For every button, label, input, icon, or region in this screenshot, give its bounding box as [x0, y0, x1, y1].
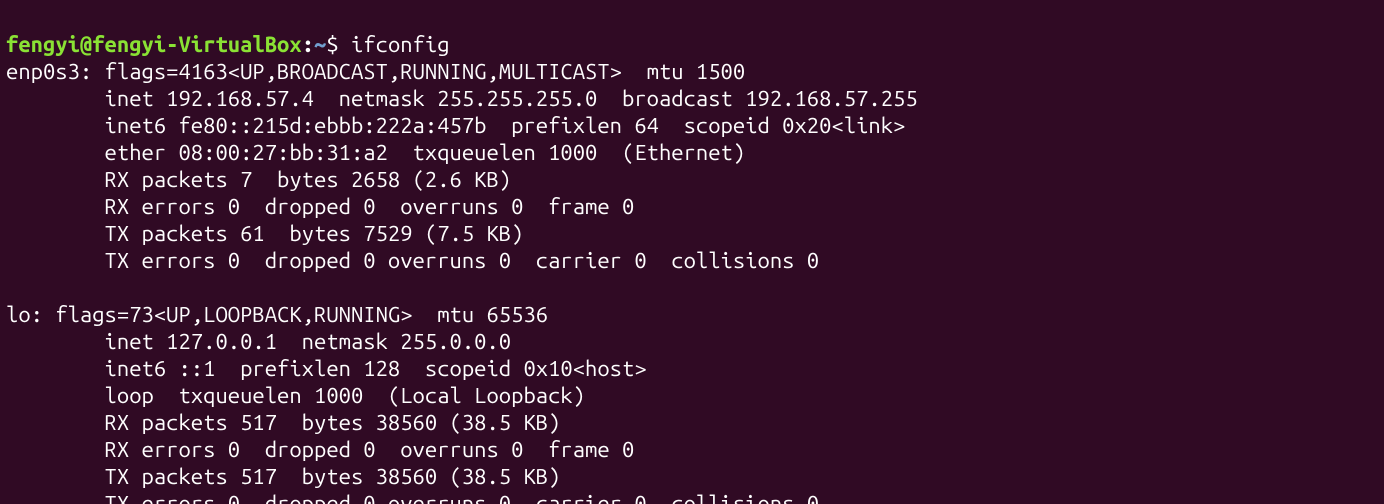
output-line: inet6 fe80::215d:ebbb:222a:457b prefixle… [6, 113, 905, 138]
output-line: enp0s3: flags=4163<UP,BROADCAST,RUNNING,… [6, 59, 745, 84]
output-line: loop txqueuelen 1000 (Local Loopback) [6, 383, 585, 408]
output-line: RX packets 7 bytes 2658 (2.6 KB) [6, 167, 511, 192]
output-line: TX errors 0 dropped 0 overruns 0 carrier… [6, 248, 819, 273]
output-line: RX errors 0 dropped 0 overruns 0 frame 0 [6, 437, 634, 462]
prompt-colon: : [302, 32, 314, 57]
terminal-window[interactable]: fengyi@fengyi-VirtualBox:~$ ifconfig enp… [0, 0, 1384, 504]
output-line: RX errors 0 dropped 0 overruns 0 frame 0 [6, 194, 634, 219]
prompt-user-host: fengyi@fengyi-VirtualBox [6, 32, 302, 57]
output-line: TX packets 517 bytes 38560 (38.5 KB) [6, 464, 560, 489]
output-line: ether 08:00:27:bb:31:a2 txqueuelen 1000 … [6, 140, 745, 165]
output-line: lo: flags=73<UP,LOOPBACK,RUNNING> mtu 65… [6, 302, 548, 327]
output-line: inet 127.0.0.1 netmask 255.0.0.0 [6, 329, 511, 354]
output-line: inet6 ::1 prefixlen 128 scopeid 0x10<hos… [6, 356, 647, 381]
output-line: TX packets 61 bytes 7529 (7.5 KB) [6, 221, 523, 246]
prompt-path: ~ [314, 32, 326, 57]
output-line: TX errors 0 dropped 0 overruns 0 carrier… [6, 491, 819, 504]
command-text: ifconfig [351, 32, 450, 57]
output-line: RX packets 517 bytes 38560 (38.5 KB) [6, 410, 560, 435]
output-line: inet 192.168.57.4 netmask 255.255.255.0 … [6, 86, 918, 111]
prompt-dollar: $ [326, 32, 351, 57]
